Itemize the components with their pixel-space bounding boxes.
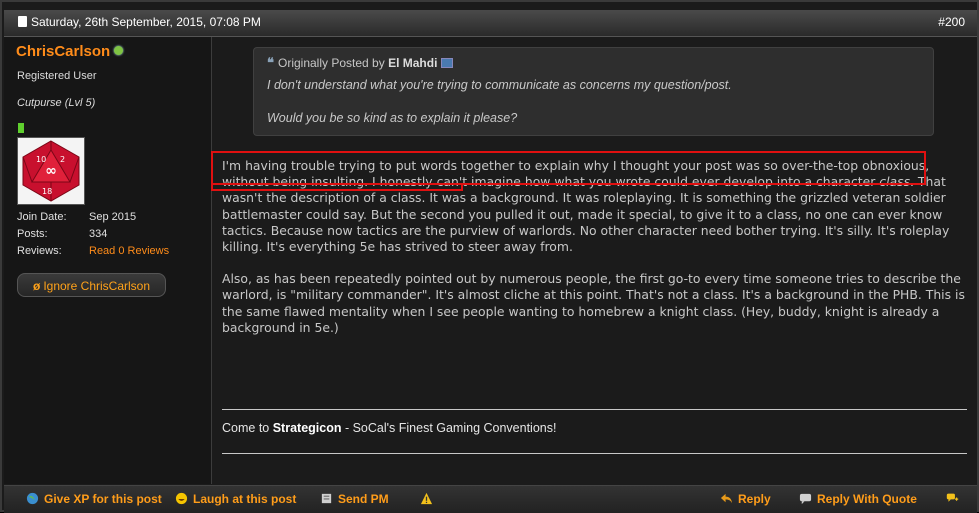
quote-line-1: I don't understand what you're trying to… <box>267 78 732 92</box>
multi-quote-button[interactable] <box>946 492 964 506</box>
reply-button[interactable]: Reply <box>720 492 771 506</box>
user-rank: Cutpurse (Lvl 5) <box>17 97 96 109</box>
laugh-label: Laugh at this post <box>193 492 297 506</box>
svg-text:2: 2 <box>60 155 65 164</box>
post-date: Saturday, 26th September, 2015, 07:08 PM <box>18 15 261 29</box>
globe-icon <box>26 492 39 505</box>
laugh-button[interactable]: Laugh at this post <box>175 492 296 506</box>
signature-prefix: Come to <box>222 421 273 435</box>
svg-text:18: 18 <box>42 187 52 196</box>
ignore-user-button[interactable]: ø Ignore ChrisCarlson <box>17 273 166 297</box>
reply-arrow-icon <box>720 493 733 504</box>
svg-text:10: 10 <box>36 155 46 164</box>
post-header: Saturday, 26th September, 2015, 07:08 PM… <box>4 10 977 37</box>
info-posts: Posts: 334 <box>17 226 169 243</box>
signature-link[interactable]: Strategicon <box>273 421 342 435</box>
post-footer: Give XP for this post Laugh at this post… <box>4 485 977 513</box>
d20-dice-icon: ∞ 10 2 18 <box>18 138 84 204</box>
quote-prefix: Originally Posted by <box>278 56 385 70</box>
pm-icon <box>321 493 332 504</box>
signature-divider-top <box>222 409 967 410</box>
signature-suffix: - SoCal's Finest Gaming Conventions! <box>341 421 557 435</box>
online-status-icon <box>114 46 124 55</box>
view-post-icon[interactable] <box>441 58 454 68</box>
document-icon <box>18 16 27 27</box>
signature-divider-bottom <box>222 453 967 454</box>
emphasis-text: class <box>879 174 911 190</box>
quote-bubble-icon <box>799 493 812 505</box>
report-button[interactable] <box>420 492 438 506</box>
info-label: Posts: <box>17 228 48 240</box>
info-value: Sep 2015 <box>89 211 137 223</box>
post-number-link[interactable]: #200 <box>938 15 965 29</box>
avatar[interactable]: ∞ 10 2 18 <box>17 137 85 205</box>
post-body: I'm having trouble trying to put words t… <box>222 158 970 352</box>
user-info: Join Date: Sep 2015 Posts: 334 Reviews: Rea… <box>17 209 169 260</box>
warning-icon <box>420 492 433 505</box>
laugh-emoji-icon <box>175 492 188 505</box>
info-value: 334 <box>89 228 108 240</box>
give-xp-label: Give XP for this post <box>44 492 162 506</box>
block-icon: ø <box>32 279 41 293</box>
post-date-text: Saturday, 26th September, 2015, 07:08 PM <box>31 15 261 29</box>
signature: Come to Strategicon - SoCal's Finest Gam… <box>222 421 556 435</box>
paragraph-text: I'm having trouble trying to put words t… <box>222 158 930 190</box>
info-label: Reviews: <box>17 245 62 257</box>
reputation-bar <box>18 123 24 133</box>
multi-quote-icon <box>946 493 959 502</box>
ignore-button-label: Ignore ChrisCarlson <box>43 279 151 293</box>
user-title: Registered User <box>17 70 97 82</box>
post-paragraph-1: I'm having trouble trying to put words t… <box>222 158 970 255</box>
quote-block: ❝ Originally Posted by El Mahdi I don't u… <box>253 47 934 136</box>
quote-line-2: Would you be so kind as to explain it pl… <box>267 111 518 125</box>
reply-with-quote-button[interactable]: Reply With Quote <box>799 492 917 506</box>
send-pm-button[interactable]: Send PM <box>320 492 389 506</box>
give-xp-button[interactable]: Give XP for this post <box>26 492 162 506</box>
quote-icon: ❝ <box>267 55 274 70</box>
info-reviews: Reviews: Read 0 Reviews <box>17 243 169 260</box>
reply-with-quote-label: Reply With Quote <box>817 492 917 506</box>
info-label: Join Date: <box>17 211 67 223</box>
post-content: ❝ Originally Posted by El Mahdi I don't u… <box>212 37 977 484</box>
forum-post: Saturday, 26th September, 2015, 07:08 PM… <box>0 0 979 513</box>
username-link[interactable]: ChrisCarlson <box>16 43 124 60</box>
post-paragraph-2: Also, as has been repeatedly pointed out… <box>222 271 965 335</box>
reply-label: Reply <box>738 492 771 506</box>
info-join-date: Join Date: Sep 2015 <box>17 209 169 226</box>
quote-author: El Mahdi <box>388 56 438 70</box>
read-reviews-link[interactable]: Read 0 Reviews <box>89 245 169 257</box>
svg-text:∞: ∞ <box>45 163 57 179</box>
send-pm-label: Send PM <box>338 492 389 506</box>
username-text: ChrisCarlson <box>16 43 111 60</box>
quote-header: ❝ Originally Posted by El Mahdi <box>267 55 454 71</box>
user-sidebar: ChrisCarlson Registered User Cutpurse (L… <box>4 37 212 484</box>
